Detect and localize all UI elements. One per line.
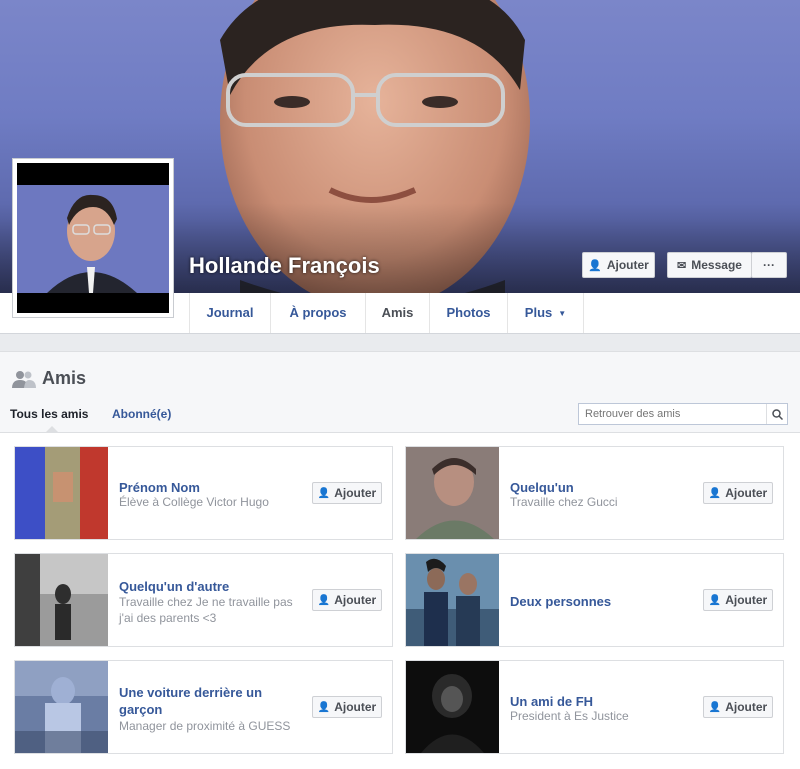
friend-photo[interactable] xyxy=(15,554,108,646)
tab-amis[interactable]: Amis xyxy=(366,293,430,333)
add-friend-label: Ajouter xyxy=(334,593,377,607)
more-options-label: ··· xyxy=(763,258,775,272)
message-button[interactable]: ✉ Message xyxy=(667,252,752,278)
friend-subtitle: President à Es Justice xyxy=(510,709,629,723)
more-options-button[interactable]: ··· xyxy=(751,252,787,278)
add-friend-button[interactable]: 👤 Ajouter xyxy=(703,696,773,718)
friend-photo[interactable] xyxy=(15,447,108,539)
friends-header: Amis Tous les amis Abonné(e) xyxy=(0,352,800,433)
friend-name[interactable]: Quelqu'un d'autre xyxy=(119,578,229,595)
profile-picture-image xyxy=(17,163,169,313)
friend-name[interactable]: Deux personnes xyxy=(510,593,611,610)
friend-card: Deux personnes 👤 Ajouter xyxy=(405,553,784,647)
profile-picture[interactable] xyxy=(12,158,174,318)
add-friend-icon: 👤 xyxy=(317,594,331,606)
subtab-all-friends[interactable]: Tous les amis xyxy=(10,407,88,421)
friend-photo[interactable] xyxy=(406,447,499,539)
tab-a-propos[interactable]: À propos xyxy=(271,293,366,333)
tab-photos-label: Photos xyxy=(446,305,491,320)
friend-photo[interactable] xyxy=(406,661,499,753)
add-friend-button[interactable]: 👤 Ajouter xyxy=(703,589,773,611)
friend-subtitle: Manager de proximité à GUESS xyxy=(119,719,291,733)
tab-journal[interactable]: Journal xyxy=(189,293,271,333)
friends-icon xyxy=(12,371,36,388)
friend-card: Quelqu'un d'autre Travaille chez Je ne t… xyxy=(14,553,393,647)
friend-card: Prénom Nom Élève à Collège Victor Hugo 👤… xyxy=(14,446,393,540)
friend-subtitle: Élève à Collège Victor Hugo xyxy=(119,495,269,509)
friend-card: Un ami de FH President à Es Justice 👤 Aj… xyxy=(405,660,784,754)
friend-name[interactable]: Une voiture derrière un garçon xyxy=(119,684,299,718)
message-icon: ✉ xyxy=(677,259,687,272)
add-friend-icon: 👤 xyxy=(708,594,722,606)
tab-amis-label: Amis xyxy=(381,305,414,320)
search-button[interactable] xyxy=(766,404,787,424)
tab-plus-label: Plus xyxy=(524,305,553,320)
add-friend-label: Ajouter xyxy=(725,486,768,500)
friend-photo[interactable] xyxy=(15,661,108,753)
subtab-active-marker xyxy=(46,426,58,432)
add-friend-label: Ajouter xyxy=(725,700,768,714)
add-friend-icon: 👤 xyxy=(588,259,602,272)
caret-down-icon: ▼ xyxy=(558,308,567,318)
friend-card: Quelqu'un Travaille chez Gucci 👤 Ajouter xyxy=(405,446,784,540)
subtab-followers[interactable]: Abonné(e) xyxy=(112,407,171,421)
friends-search xyxy=(578,403,788,425)
add-friend-icon: 👤 xyxy=(317,701,331,713)
add-friend-button[interactable]: 👤 Ajouter xyxy=(703,482,773,504)
tab-a-propos-label: À propos xyxy=(289,305,347,320)
tab-journal-label: Journal xyxy=(206,305,254,320)
profile-name[interactable]: Hollande François xyxy=(189,253,380,279)
friends-search-input[interactable] xyxy=(579,404,765,424)
add-friend-button[interactable]: 👤 Ajouter xyxy=(312,696,382,718)
add-friend-icon: 👤 xyxy=(317,487,331,499)
message-label: Message xyxy=(691,258,742,272)
add-friend-label: Ajouter xyxy=(606,258,649,272)
add-friend-label: Ajouter xyxy=(334,700,377,714)
friend-card: Une voiture derrière un garçon Manager d… xyxy=(14,660,393,754)
add-friend-icon: 👤 xyxy=(708,701,722,713)
friend-subtitle: Travaille chez Je ne travaille pas j'ai … xyxy=(119,595,293,625)
add-friend-label: Ajouter xyxy=(334,486,377,500)
add-friend-button[interactable]: 👤 Ajouter xyxy=(312,482,382,504)
search-icon xyxy=(771,408,783,420)
tab-plus[interactable]: Plus ▼ xyxy=(508,293,584,333)
add-friend-button[interactable]: 👤 Ajouter xyxy=(582,252,655,278)
add-friend-button[interactable]: 👤 Ajouter xyxy=(312,589,382,611)
add-friend-icon: 👤 xyxy=(708,487,722,499)
friends-title: Amis xyxy=(42,368,87,388)
tab-photos[interactable]: Photos xyxy=(430,293,508,333)
add-friend-label: Ajouter xyxy=(725,593,768,607)
friend-photo[interactable] xyxy=(406,554,499,646)
friend-subtitle: Travaille chez Gucci xyxy=(510,495,618,509)
